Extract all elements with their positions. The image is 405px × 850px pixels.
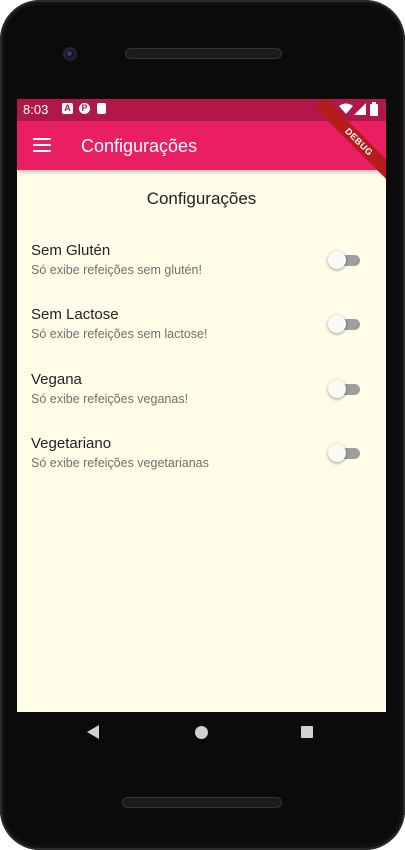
speaker-grille-top	[125, 48, 282, 59]
setting-label: Vegana	[31, 371, 82, 388]
app-bar-title: Configurações	[81, 136, 198, 156]
toggle-switch-sem-lactose[interactable]	[328, 315, 360, 333]
setting-label: Sem Glutén	[31, 242, 111, 259]
battery-icon	[370, 102, 378, 116]
sd-card-icon	[97, 103, 106, 114]
page-title: Configurações	[146, 189, 257, 208]
signal-icon	[354, 103, 366, 115]
back-icon[interactable]	[87, 725, 99, 739]
setting-description: Só exibe refeições vegetarianas	[31, 456, 209, 470]
setting-label: Vegetariano	[31, 435, 112, 452]
camera-icon	[63, 47, 77, 61]
screen: 8:03 A P Configurações DEBUG Configuraçõ…	[17, 99, 386, 712]
phone-frame: 8:03 A P Configurações DEBUG Configuraçõ…	[0, 0, 405, 850]
setting-description: Só exibe refeições sem glutén!	[31, 263, 202, 277]
navigation-bar	[17, 712, 386, 754]
p-icon: P	[79, 103, 90, 114]
wifi-icon	[339, 103, 353, 114]
toggle-switch-vegana[interactable]	[328, 380, 360, 398]
app-bar: Configurações DEBUG	[17, 99, 386, 186]
setting-row-sem-gluten[interactable]: Sem Glutén Só exibe refeições sem glutén…	[17, 242, 386, 292]
a-icon: A	[62, 103, 73, 114]
setting-row-sem-lactose[interactable]: Sem Lactose Só exibe refeições sem lacto…	[17, 306, 386, 356]
status-time: 8:03	[23, 102, 49, 117]
home-icon[interactable]	[195, 726, 208, 739]
speaker-grille-bottom	[122, 797, 282, 808]
toggle-switch-sem-gluten[interactable]	[328, 251, 360, 269]
setting-row-vegetariano[interactable]: Vegetariano Só exibe refeições vegetaria…	[17, 435, 386, 485]
toggle-switch-vegetariano[interactable]	[328, 444, 360, 462]
hamburger-icon[interactable]	[33, 138, 51, 152]
setting-row-vegana[interactable]: Vegana Só exibe refeições veganas!	[17, 371, 386, 421]
recents-icon[interactable]	[301, 726, 313, 738]
setting-description: Só exibe refeições veganas!	[31, 392, 189, 406]
setting-label: Sem Lactose	[31, 306, 119, 323]
setting-description: Só exibe refeições sem lactose!	[31, 327, 208, 341]
